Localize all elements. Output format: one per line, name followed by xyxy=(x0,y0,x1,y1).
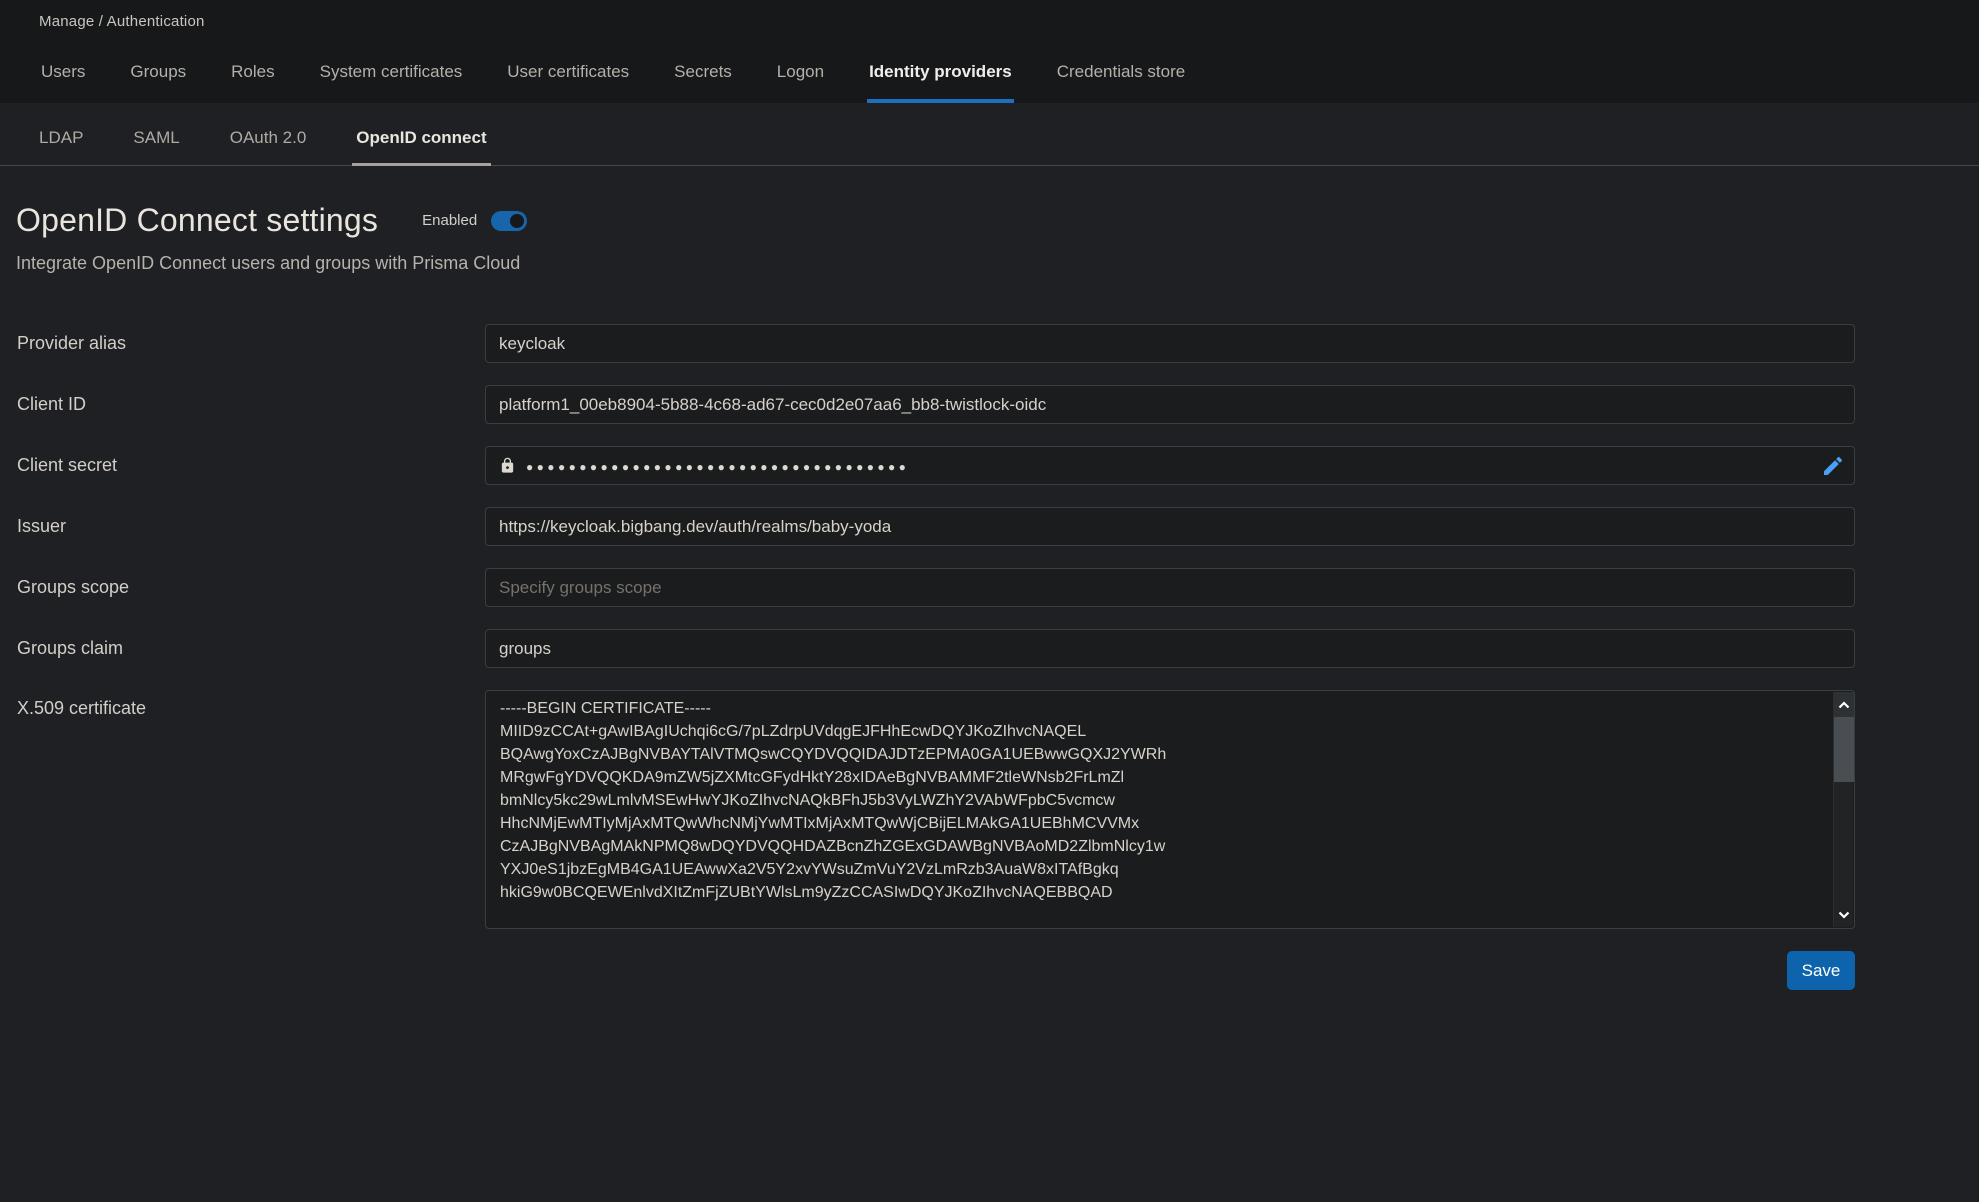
client-id-row: Client ID xyxy=(0,385,1979,424)
chevron-up-icon[interactable] xyxy=(1834,692,1854,717)
tab-users[interactable]: Users xyxy=(39,52,87,103)
app-header: Manage / Authentication Users Groups Rol… xyxy=(0,0,1979,103)
breadcrumb: Manage / Authentication xyxy=(39,0,1979,30)
chevron-down-icon[interactable] xyxy=(1834,902,1854,927)
title-row: OpenID Connect settings Enabled xyxy=(0,202,1979,239)
client-secret-label: Client secret xyxy=(17,455,485,476)
scrollbar-thumb[interactable] xyxy=(1834,717,1854,782)
x509-certificate-row: X.509 certificate -----BEGIN CERTIFICATE… xyxy=(0,690,1979,929)
groups-scope-input[interactable] xyxy=(485,568,1855,607)
x509-certificate-label: X.509 certificate xyxy=(17,690,485,719)
client-id-label: Client ID xyxy=(17,394,485,415)
provider-alias-row: Provider alias xyxy=(0,324,1979,363)
subtab-openid-connect[interactable]: OpenID connect xyxy=(352,128,490,166)
issuer-input[interactable] xyxy=(485,507,1855,546)
main-tabbar: Users Groups Roles System certificates U… xyxy=(39,52,1187,103)
subtab-ldap[interactable]: LDAP xyxy=(35,128,87,166)
certificate-scrollbar[interactable] xyxy=(1833,692,1853,927)
client-id-input[interactable] xyxy=(485,385,1855,424)
page-title: OpenID Connect settings xyxy=(16,202,378,239)
toggle-knob xyxy=(510,214,524,228)
openid-connect-form: Provider alias Client ID Client secret ●… xyxy=(0,324,1979,990)
issuer-label: Issuer xyxy=(17,516,485,537)
tab-secrets[interactable]: Secrets xyxy=(672,52,734,103)
tab-groups[interactable]: Groups xyxy=(128,52,188,103)
x509-certificate-value: -----BEGIN CERTIFICATE----- MIID9zCCAt+g… xyxy=(486,691,1854,910)
pencil-icon[interactable] xyxy=(1821,454,1845,478)
save-button[interactable]: Save xyxy=(1787,951,1855,990)
subtab-oauth2[interactable]: OAuth 2.0 xyxy=(226,128,311,166)
enabled-label: Enabled xyxy=(422,212,477,229)
x509-certificate-textarea[interactable]: -----BEGIN CERTIFICATE----- MIID9zCCAt+g… xyxy=(485,690,1855,929)
tab-credentials-store[interactable]: Credentials store xyxy=(1055,52,1188,103)
tab-logon[interactable]: Logon xyxy=(775,52,826,103)
groups-scope-row: Groups scope xyxy=(0,568,1979,607)
tab-user-certificates[interactable]: User certificates xyxy=(505,52,631,103)
issuer-row: Issuer xyxy=(0,507,1979,546)
identity-provider-subtabbar: LDAP SAML OAuth 2.0 OpenID connect xyxy=(0,103,1979,166)
groups-claim-label: Groups claim xyxy=(17,638,485,659)
groups-scope-label: Groups scope xyxy=(17,577,485,598)
client-secret-row: Client secret ●●●●●●●●●●●●●●●●●●●●●●●●●●… xyxy=(0,446,1979,485)
page-subtitle: Integrate OpenID Connect users and group… xyxy=(0,253,1979,274)
groups-claim-input[interactable] xyxy=(485,629,1855,668)
provider-alias-input[interactable] xyxy=(485,324,1855,363)
provider-alias-label: Provider alias xyxy=(17,333,485,354)
client-secret-field: ●●●●●●●●●●●●●●●●●●●●●●●●●●●●●●●●●●●● xyxy=(485,446,1855,485)
subtab-saml[interactable]: SAML xyxy=(129,128,183,166)
client-secret-masked-value: ●●●●●●●●●●●●●●●●●●●●●●●●●●●●●●●●●●●● xyxy=(526,459,909,473)
lock-icon xyxy=(499,457,516,474)
tab-roles[interactable]: Roles xyxy=(229,52,276,103)
actions-row: Save xyxy=(0,951,1855,990)
groups-claim-row: Groups claim xyxy=(0,629,1979,668)
enabled-toggle[interactable] xyxy=(491,211,527,231)
tab-identity-providers[interactable]: Identity providers xyxy=(867,52,1014,103)
tab-system-certificates[interactable]: System certificates xyxy=(318,52,465,103)
